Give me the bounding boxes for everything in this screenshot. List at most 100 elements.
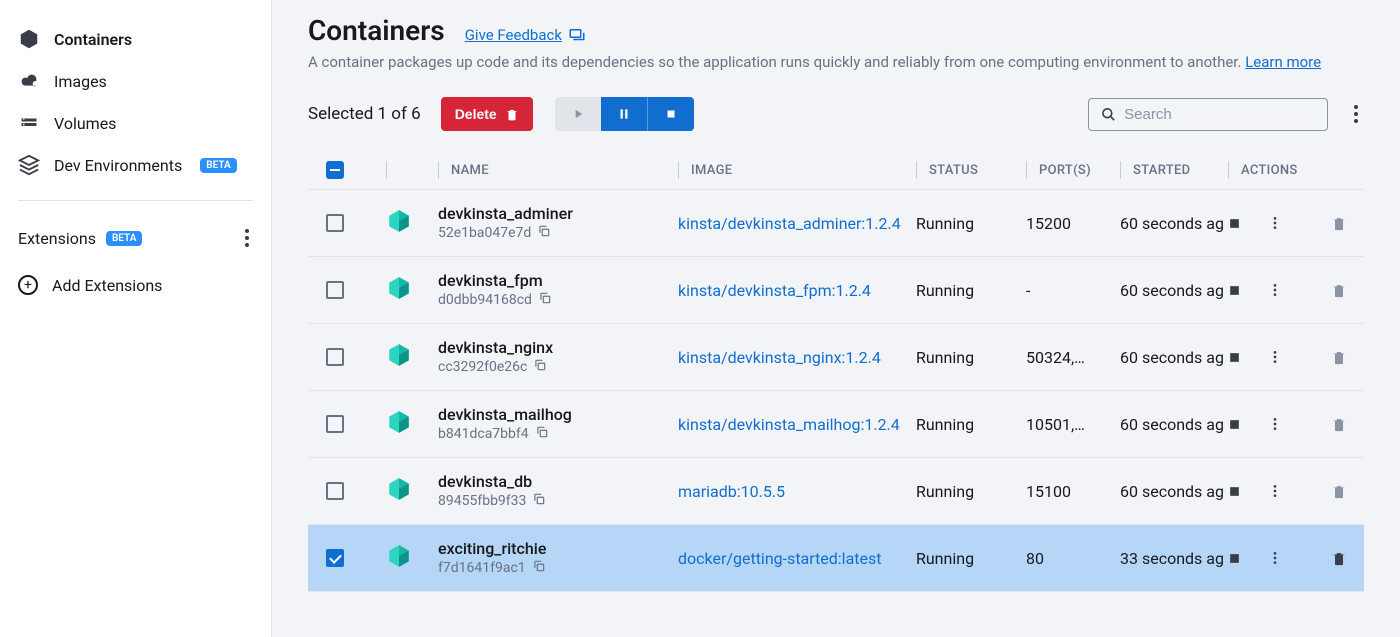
trash-icon — [1331, 349, 1347, 366]
column-name[interactable]: NAME — [451, 163, 489, 178]
dev-env-icon — [18, 154, 40, 176]
container-id: cc3292f0e26c — [438, 359, 527, 375]
column-image[interactable]: IMAGE — [691, 163, 732, 178]
sidebar-item-label: Images — [54, 72, 107, 91]
sidebar-item-dev-environments[interactable]: Dev Environments BETA — [0, 144, 271, 186]
add-extensions-button[interactable]: + Add Extensions — [0, 261, 271, 309]
sidebar-item-label: Volumes — [54, 114, 116, 133]
row-more-button[interactable] — [1267, 282, 1283, 298]
container-name[interactable]: devkinsta_mailhog — [438, 405, 678, 424]
sidebar-divider — [18, 200, 253, 201]
row-delete-button[interactable] — [1331, 215, 1347, 232]
row-stop-button[interactable] — [1228, 418, 1241, 431]
table-row[interactable]: devkinsta_nginx cc3292f0e26c kinsta/devk… — [308, 324, 1364, 391]
column-ports[interactable]: PORT(S) — [1039, 163, 1091, 178]
container-cube-icon — [386, 342, 412, 368]
table-row[interactable]: exciting_ritchie f7d1641f9ac1 docker/get… — [308, 525, 1364, 592]
row-delete-button[interactable] — [1331, 416, 1347, 433]
extensions-header: Extensions BETA — [0, 215, 271, 261]
copy-icon[interactable] — [532, 492, 546, 506]
row-stop-button[interactable] — [1228, 552, 1241, 565]
row-more-button[interactable] — [1267, 349, 1283, 365]
status-text: Running — [916, 415, 974, 434]
sidebar-item-images[interactable]: Images — [0, 60, 271, 102]
copy-icon[interactable] — [538, 291, 552, 305]
row-stop-button[interactable] — [1228, 485, 1241, 498]
select-all-checkbox[interactable] — [326, 161, 344, 179]
table-row[interactable]: devkinsta_adminer 52e1ba047e7d kinsta/de… — [308, 190, 1364, 257]
row-checkbox[interactable] — [326, 549, 344, 567]
extensions-more-icon[interactable] — [241, 225, 253, 251]
container-name[interactable]: devkinsta_nginx — [438, 338, 678, 357]
row-delete-button[interactable] — [1331, 282, 1347, 299]
container-name[interactable]: exciting_ritchie — [438, 539, 678, 558]
ports-text: 50324,… — [1026, 348, 1085, 367]
table-row[interactable]: devkinsta_db 89455fbb9f33 mariadb:10.5.5… — [308, 458, 1364, 525]
container-name[interactable]: devkinsta_db — [438, 472, 678, 491]
more-vertical-icon — [1267, 550, 1283, 566]
copy-icon[interactable] — [535, 425, 549, 439]
row-delete-button[interactable] — [1331, 550, 1347, 567]
page-description: A container packages up code and its dep… — [308, 53, 1364, 71]
container-name[interactable]: devkinsta_adminer — [438, 204, 678, 223]
start-button[interactable] — [555, 97, 601, 131]
volumes-icon — [18, 112, 40, 134]
row-more-button[interactable] — [1267, 416, 1283, 432]
container-id: 52e1ba047e7d — [438, 225, 531, 241]
copy-icon[interactable] — [533, 358, 547, 372]
delete-button[interactable]: Delete — [441, 97, 533, 131]
sidebar: Containers Images Volumes Dev Environmen… — [0, 0, 272, 637]
row-delete-button[interactable] — [1331, 483, 1347, 500]
give-feedback-link[interactable]: Give Feedback — [465, 26, 586, 44]
status-text: Running — [916, 214, 974, 233]
pause-button[interactable] — [601, 97, 648, 131]
table-row[interactable]: devkinsta_fpm d0dbb94168cd kinsta/devkin… — [308, 257, 1364, 324]
column-started[interactable]: STARTED — [1133, 163, 1190, 178]
table-row[interactable]: devkinsta_mailhog b841dca7bbf4 kinsta/de… — [308, 391, 1364, 458]
row-checkbox[interactable] — [326, 348, 344, 366]
ports-text: 15200 — [1026, 214, 1071, 233]
toolbar-more-icon[interactable] — [1348, 99, 1364, 129]
search-input[interactable] — [1124, 106, 1315, 123]
image-link[interactable]: kinsta/devkinsta_mailhog:1.2.4 — [678, 415, 900, 434]
row-more-button[interactable] — [1267, 215, 1283, 231]
row-stop-button[interactable] — [1228, 217, 1241, 230]
extensions-title: Extensions — [18, 229, 96, 248]
row-delete-button[interactable] — [1331, 349, 1347, 366]
delete-label: Delete — [455, 106, 497, 122]
row-checkbox[interactable] — [326, 482, 344, 500]
search-box[interactable] — [1088, 98, 1328, 131]
image-link[interactable]: kinsta/devkinsta_nginx:1.2.4 — [678, 348, 881, 367]
copy-icon[interactable] — [532, 559, 546, 573]
image-link[interactable]: kinsta/devkinsta_adminer:1.2.4 — [678, 214, 901, 233]
trash-icon — [1331, 416, 1347, 433]
started-text: 60 seconds ag — [1120, 348, 1224, 367]
sidebar-item-volumes[interactable]: Volumes — [0, 102, 271, 144]
containers-icon — [18, 28, 40, 50]
learn-more-link[interactable]: Learn more — [1245, 53, 1321, 71]
image-link[interactable]: docker/getting-started:latest — [678, 549, 881, 568]
row-checkbox[interactable] — [326, 281, 344, 299]
row-stop-button[interactable] — [1228, 284, 1241, 297]
table-header: NAME IMAGE STATUS PORT(S) STARTED ACTION… — [308, 151, 1364, 190]
copy-icon[interactable] — [537, 224, 551, 238]
more-vertical-icon — [1267, 483, 1283, 499]
container-cube-icon — [386, 409, 412, 435]
row-more-button[interactable] — [1267, 483, 1283, 499]
row-stop-button[interactable] — [1228, 351, 1241, 364]
row-checkbox[interactable] — [326, 214, 344, 232]
sidebar-item-containers[interactable]: Containers — [0, 18, 271, 60]
column-status[interactable]: STATUS — [929, 163, 978, 178]
image-link[interactable]: mariadb:10.5.5 — [678, 482, 785, 501]
stop-button[interactable] — [648, 97, 694, 131]
image-link[interactable]: kinsta/devkinsta_fpm:1.2.4 — [678, 281, 871, 300]
pause-icon — [617, 107, 631, 121]
containers-table: NAME IMAGE STATUS PORT(S) STARTED ACTION… — [308, 151, 1364, 592]
container-id: f7d1641f9ac1 — [438, 560, 526, 576]
container-name[interactable]: devkinsta_fpm — [438, 271, 678, 290]
row-more-button[interactable] — [1267, 550, 1283, 566]
row-checkbox[interactable] — [326, 415, 344, 433]
stop-icon — [1228, 485, 1241, 498]
more-vertical-icon — [1267, 215, 1283, 231]
feedback-label: Give Feedback — [465, 26, 562, 44]
